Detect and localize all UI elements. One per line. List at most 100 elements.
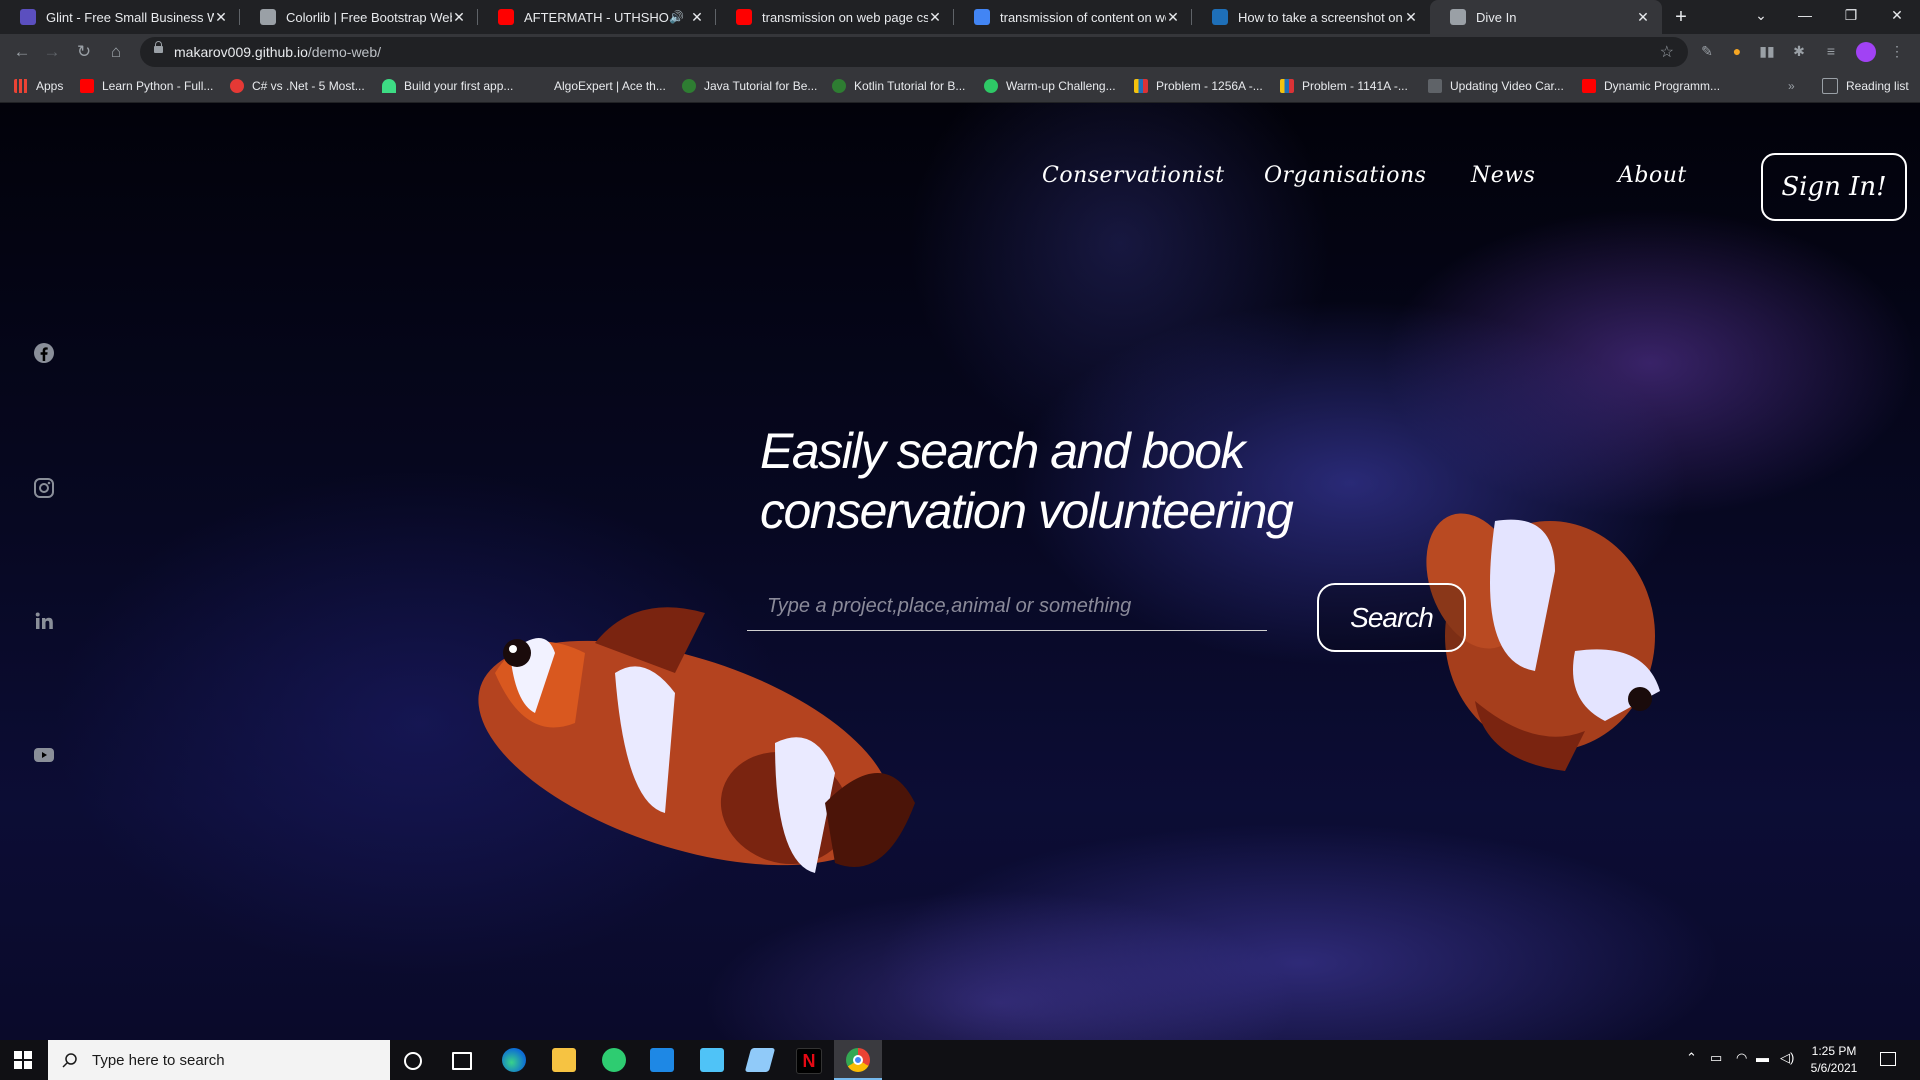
file-explorer-icon[interactable]	[552, 1048, 576, 1072]
show-hidden-icons[interactable]: ⌃	[1686, 1050, 1697, 1066]
netflix-icon[interactable]: N	[796, 1048, 822, 1074]
codeforces-icon	[1280, 79, 1294, 93]
tab-favicon	[736, 9, 752, 25]
apps-grid-icon	[14, 79, 28, 93]
battery-icon[interactable]: ▬	[1756, 1050, 1769, 1065]
notification-icon[interactable]	[1880, 1052, 1896, 1066]
browser-tab[interactable]: How to take a screenshot on any ✕	[1192, 0, 1430, 34]
lock-icon[interactable]	[154, 41, 163, 53]
browser-tab[interactable]: AFTERMATH - UTHSHORGO 🔊 ✕	[478, 0, 716, 34]
browser-tab-active[interactable]: Dive In ✕	[1430, 0, 1662, 34]
cortana-icon[interactable]	[404, 1052, 422, 1070]
bookmark-apps[interactable]: Apps	[14, 70, 63, 102]
bookmark-item[interactable]: Kotlin Tutorial for B...	[832, 70, 965, 102]
browser-tab[interactable]: transmission on web page css - YouTube ✕	[716, 0, 954, 34]
address-bar[interactable]: makarov009.github.io/demo-web/ ☆	[140, 37, 1688, 67]
tab-title: AFTERMATH - UTHSHORGO	[524, 9, 669, 25]
close-tab-icon[interactable]: ✕	[1404, 9, 1418, 26]
tab-favicon	[260, 9, 276, 25]
bookmark-item[interactable]: Warm-up Challeng...	[984, 70, 1116, 102]
tab-search-icon[interactable]: ⌄	[1738, 0, 1784, 30]
bookmark-item[interactable]: Problem - 1256A -...	[1134, 70, 1263, 102]
profile-avatar[interactable]	[1856, 42, 1876, 62]
sign-in-button[interactable]: Sign In!	[1761, 153, 1907, 221]
linkedin-icon[interactable]	[32, 609, 56, 633]
menu-icon[interactable]: ⋮	[1888, 42, 1906, 60]
bookmark-favicon	[1428, 79, 1442, 93]
bookmark-item[interactable]: Updating Video Car...	[1428, 70, 1564, 102]
bookmark-item[interactable]: AlgoExpert | Ace th...	[532, 70, 666, 102]
browser-tab[interactable]: Glint - Free Small Business Website ✕	[0, 0, 240, 34]
taskbar-app-icon[interactable]	[744, 1048, 776, 1072]
nav-conservationist[interactable]: Conservationist	[1042, 163, 1225, 188]
reading-list-button[interactable]: Reading list	[1822, 70, 1909, 102]
bookmarks-bar: Apps Learn Python - Full... C# vs .Net -…	[0, 70, 1920, 103]
windows-taskbar: Type here to search N ⌃ ▭ ◠ ▬ ◁) 1:25 PM…	[0, 1040, 1920, 1080]
window-close-icon[interactable]: ✕	[1874, 0, 1920, 30]
close-tab-icon[interactable]: ✕	[1166, 9, 1180, 26]
youtube-icon[interactable]	[32, 743, 56, 767]
extension-icon[interactable]: ▮▮	[1758, 42, 1776, 60]
close-tab-icon[interactable]: ✕	[690, 9, 704, 26]
extension-icon[interactable]: ✎	[1698, 42, 1716, 60]
tab-favicon	[974, 9, 990, 25]
browser-toolbar: ← → ↻ ⌂ makarov009.github.io/demo-web/ ☆…	[0, 34, 1920, 70]
task-view-icon[interactable]	[452, 1052, 472, 1070]
facebook-icon[interactable]	[32, 341, 56, 365]
youtube-icon	[80, 79, 94, 93]
maps-icon[interactable]	[602, 1048, 626, 1072]
more-bookmarks-icon[interactable]: »	[1788, 70, 1795, 102]
reload-icon[interactable]: ↻	[72, 40, 96, 64]
bookmark-item[interactable]: C# vs .Net - 5 Most...	[230, 70, 365, 102]
bookmark-label: Updating Video Car...	[1450, 79, 1564, 93]
forward-icon[interactable]: →	[40, 40, 64, 64]
bookmark-favicon	[230, 79, 244, 93]
close-tab-icon[interactable]: ✕	[928, 9, 942, 26]
reading-queue-icon[interactable]: ≡	[1822, 42, 1840, 60]
reading-list-label: Reading list	[1846, 79, 1909, 93]
hackerrank-icon	[984, 79, 998, 93]
search-input[interactable]	[747, 583, 1267, 631]
speaker-icon[interactable]: 🔊	[669, 10, 684, 24]
taskbar-search[interactable]: Type here to search	[48, 1040, 390, 1080]
chrome-taskbar-active[interactable]	[834, 1040, 882, 1080]
bookmark-item[interactable]: Learn Python - Full...	[80, 70, 213, 102]
network-icon[interactable]: ◠	[1736, 1050, 1747, 1066]
browser-tab[interactable]: transmission of content on webpage ✕	[954, 0, 1192, 34]
close-tab-icon[interactable]: ✕	[452, 9, 466, 26]
close-tab-icon[interactable]: ✕	[214, 9, 228, 26]
close-tab-icon[interactable]: ✕	[1636, 9, 1650, 26]
edge-icon[interactable]	[502, 1048, 526, 1072]
bookmark-item[interactable]: Build your first app...	[382, 70, 513, 102]
browser-tab[interactable]: Colorlib | Free Bootstrap Website ✕	[240, 0, 478, 34]
meet-now-icon[interactable]: ▭	[1710, 1050, 1722, 1066]
volume-icon[interactable]: ◁)	[1780, 1050, 1794, 1066]
bookmark-label: Warm-up Challeng...	[1006, 79, 1116, 93]
windows-start-icon[interactable]	[14, 1051, 32, 1069]
bookmark-star-icon[interactable]: ☆	[1660, 42, 1674, 62]
restore-icon[interactable]: ❐	[1828, 0, 1874, 30]
nav-about[interactable]: About	[1618, 163, 1687, 188]
mail-icon[interactable]	[650, 1048, 674, 1072]
bookmark-favicon	[532, 79, 546, 93]
search-button[interactable]: Search	[1317, 583, 1466, 652]
bookmark-item[interactable]: Java Tutorial for Be...	[682, 70, 817, 102]
taskbar-app-icon[interactable]	[700, 1048, 724, 1072]
minimize-icon[interactable]: —	[1782, 0, 1828, 30]
home-icon[interactable]: ⌂	[104, 40, 128, 64]
tab-favicon	[20, 9, 36, 25]
nav-news[interactable]: News	[1471, 163, 1535, 188]
extension-icon[interactable]: ●	[1728, 42, 1746, 60]
bookmark-item[interactable]: Dynamic Programm...	[1582, 70, 1720, 102]
clock-date: 5/6/2021	[1810, 1061, 1858, 1075]
puzzle-icon[interactable]: ✱	[1790, 42, 1808, 60]
instagram-icon[interactable]	[32, 476, 56, 500]
bookmark-label: Kotlin Tutorial for B...	[854, 79, 966, 93]
clock-time: 1:25 PM	[1811, 1044, 1857, 1058]
url-text[interactable]: makarov009.github.io/demo-web/	[174, 44, 381, 60]
bookmark-item[interactable]: Problem - 1141A -...	[1280, 70, 1408, 102]
nav-organisations[interactable]: Organisations	[1264, 163, 1426, 188]
taskbar-clock[interactable]: 1:25 PM 5/6/2021	[1796, 1043, 1872, 1077]
plus-icon[interactable]: +	[1668, 4, 1694, 30]
back-icon[interactable]: ←	[10, 40, 34, 64]
